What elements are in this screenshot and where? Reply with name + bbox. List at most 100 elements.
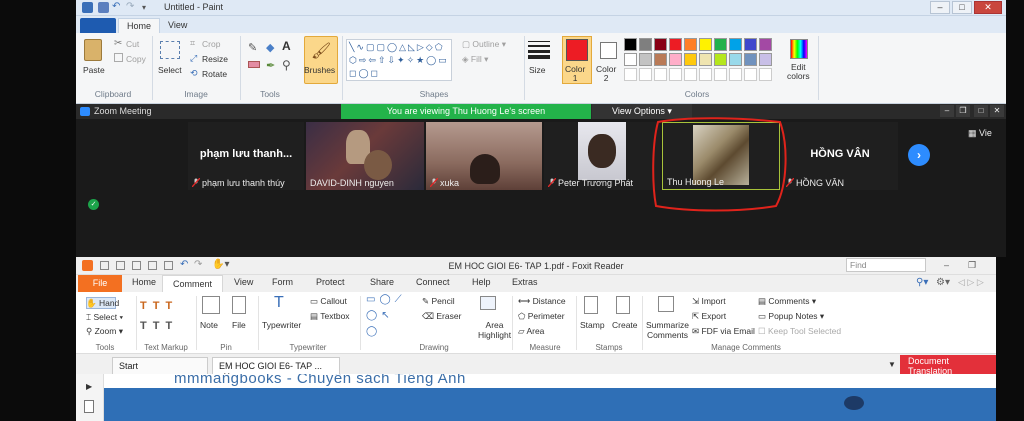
rotate-button[interactable]: Rotate — [202, 69, 227, 79]
palette-empty-swatch[interactable] — [654, 68, 667, 81]
palette-empty-swatch[interactable] — [714, 68, 727, 81]
edit-colors-button[interactable]: Edit colors — [787, 63, 810, 81]
palette-swatch[interactable] — [714, 53, 727, 66]
palette-swatch[interactable] — [699, 53, 712, 66]
area-highlight-icon[interactable] — [480, 296, 496, 310]
zoom-restore-button[interactable]: ❐ — [956, 105, 970, 117]
polygon-icon[interactable]: ◯ — [366, 326, 377, 337]
select-icon[interactable] — [160, 41, 180, 59]
stamp-button[interactable]: Stamp — [580, 320, 605, 330]
create-button[interactable]: Create — [612, 320, 638, 330]
palette-swatch[interactable] — [744, 38, 757, 51]
textbox-button[interactable]: ▤ Textbox — [310, 311, 350, 322]
palette-empty-swatch[interactable] — [639, 68, 652, 81]
palette-swatch[interactable] — [699, 38, 712, 51]
participant-tile[interactable]: DAVID-DINH nguyen — [306, 122, 424, 190]
tab-form[interactable]: Form — [272, 277, 293, 287]
color2-swatch[interactable] — [600, 42, 617, 59]
popup-notes-dropdown[interactable]: ▭ Popup Notes ▾ — [758, 311, 824, 322]
pdf-page-view[interactable]: mmmangbooks - Chuyên sách Tiếng Anh — [104, 374, 996, 421]
minimize-button[interactable]: – — [930, 1, 950, 14]
maximize-button[interactable]: □ — [952, 1, 972, 14]
zoom-close-button[interactable]: ✕ — [990, 105, 1004, 117]
hand-tool-button[interactable]: ✋ Hand — [86, 298, 119, 309]
edit-colors-icon[interactable] — [790, 39, 808, 59]
fill-dropdown[interactable]: ◈ Fill ▾ — [462, 54, 488, 65]
close-button[interactable]: ✕ — [974, 1, 1002, 14]
palette-swatch[interactable] — [714, 38, 727, 51]
outline-dropdown[interactable]: ▢ Outline ▾ — [462, 39, 506, 50]
tab-share[interactable]: Share — [370, 277, 394, 287]
pencil-button[interactable]: ✎ Pencil — [422, 296, 455, 307]
palette-swatch[interactable] — [759, 53, 772, 66]
redo-icon[interactable]: ↷ — [126, 2, 137, 13]
text-markup-icons-row1[interactable]: TTT — [140, 300, 178, 312]
cut-button[interactable]: Cut — [126, 39, 139, 49]
typewriter-button[interactable]: Typewriter — [262, 320, 301, 330]
color-palette[interactable] — [624, 38, 792, 88]
tab-comment[interactable]: Comment — [162, 275, 224, 292]
palette-swatch[interactable] — [639, 53, 652, 66]
restore-button[interactable]: ❐ — [968, 260, 976, 271]
drawing-shapes-row2[interactable]: ◯↖ — [366, 310, 394, 321]
file-menu[interactable]: File — [78, 275, 122, 292]
palette-empty-swatch[interactable] — [624, 68, 637, 81]
palette-swatch[interactable] — [744, 53, 757, 66]
callout-button[interactable]: ▭ Callout — [310, 296, 347, 307]
tab-protect[interactable]: Protect — [316, 277, 345, 287]
summarize-comments-button[interactable]: Summarize Comments — [646, 320, 689, 340]
note-icon[interactable] — [202, 296, 220, 314]
distance-button[interactable]: ⟷ Distance — [518, 296, 566, 307]
doc-tab-active[interactable]: EM HOC GIOI E6- TAP ... ✕ — [212, 357, 340, 381]
palette-swatch[interactable] — [729, 53, 742, 66]
participant-tile[interactable]: HỒNG VÂN HỒNG VÂN — [782, 122, 898, 190]
create-stamp-icon[interactable] — [616, 296, 630, 314]
note-button[interactable]: Note — [200, 320, 218, 330]
zoom-maximize-button[interactable]: □ — [974, 105, 988, 117]
palette-swatch[interactable] — [654, 38, 667, 51]
palette-empty-swatch[interactable] — [669, 68, 682, 81]
file-attach-icon[interactable] — [232, 296, 246, 314]
size-icon[interactable] — [528, 39, 550, 59]
zoom-tool-button[interactable]: ⚲ Zoom ▾ — [86, 326, 123, 337]
palette-swatch[interactable] — [639, 38, 652, 51]
text-markup-icons-row2[interactable]: TTT — [140, 320, 178, 332]
palette-swatch[interactable] — [669, 38, 682, 51]
text-icon[interactable]: A — [282, 39, 291, 53]
palette-swatch[interactable] — [624, 38, 637, 51]
file-button[interactable]: File — [232, 320, 246, 330]
expand-arrow-icon[interactable]: ▶ — [86, 382, 92, 391]
zoom-minimize-button[interactable]: – — [940, 105, 954, 117]
drawing-shapes-row1[interactable]: ▭◯⟋ — [366, 294, 406, 305]
fdf-email-button[interactable]: ✉ FDF via Email — [692, 326, 755, 337]
palette-empty-swatch[interactable] — [699, 68, 712, 81]
tab-view[interactable]: View — [160, 18, 195, 33]
keep-tool-selected-checkbox[interactable]: ☐ Keep Tool Selected — [758, 326, 841, 337]
color2-label[interactable]: Color 2 — [596, 65, 616, 83]
eraser-icon[interactable] — [248, 61, 260, 68]
search-icon[interactable]: ⚲▾ — [916, 277, 928, 288]
palette-swatch[interactable] — [654, 53, 667, 66]
paste-button[interactable]: Paste — [83, 65, 105, 75]
bookmark-panel-icon[interactable] — [84, 400, 94, 413]
security-shield-icon[interactable]: ✓ — [88, 199, 99, 210]
shapes-gallery[interactable]: ╲∿▢▢◯△◺▷◇⬠ ⬡⇨⇦⇧⇩✦✧★◯▭ ◻◯◻ — [346, 39, 452, 81]
palette-swatch[interactable] — [669, 53, 682, 66]
eraser-button[interactable]: ⌫ Eraser — [422, 311, 461, 322]
tab-list-dropdown-icon[interactable]: ▼ — [888, 360, 896, 369]
save-icon[interactable] — [98, 2, 109, 13]
area-button[interactable]: ▱ Area — [518, 326, 544, 337]
settings-gear-icon[interactable]: ⚙▾ — [936, 277, 950, 288]
quick-access-dropdown-icon[interactable]: ▾ — [142, 2, 153, 13]
tab-home[interactable]: Home — [132, 277, 156, 287]
tab-home[interactable]: Home — [118, 18, 161, 33]
magnifier-icon[interactable]: ⚲ — [282, 58, 291, 72]
select-button[interactable]: Select — [158, 65, 182, 75]
find-input[interactable]: Find — [846, 258, 926, 272]
stamp-icon[interactable] — [584, 296, 598, 314]
palette-empty-swatch[interactable] — [684, 68, 697, 81]
palette-swatch[interactable] — [684, 38, 697, 51]
paste-icon[interactable] — [84, 39, 102, 61]
participant-tile[interactable]: xuka — [426, 122, 542, 190]
next-page-arrow-icon[interactable]: › — [908, 144, 930, 166]
